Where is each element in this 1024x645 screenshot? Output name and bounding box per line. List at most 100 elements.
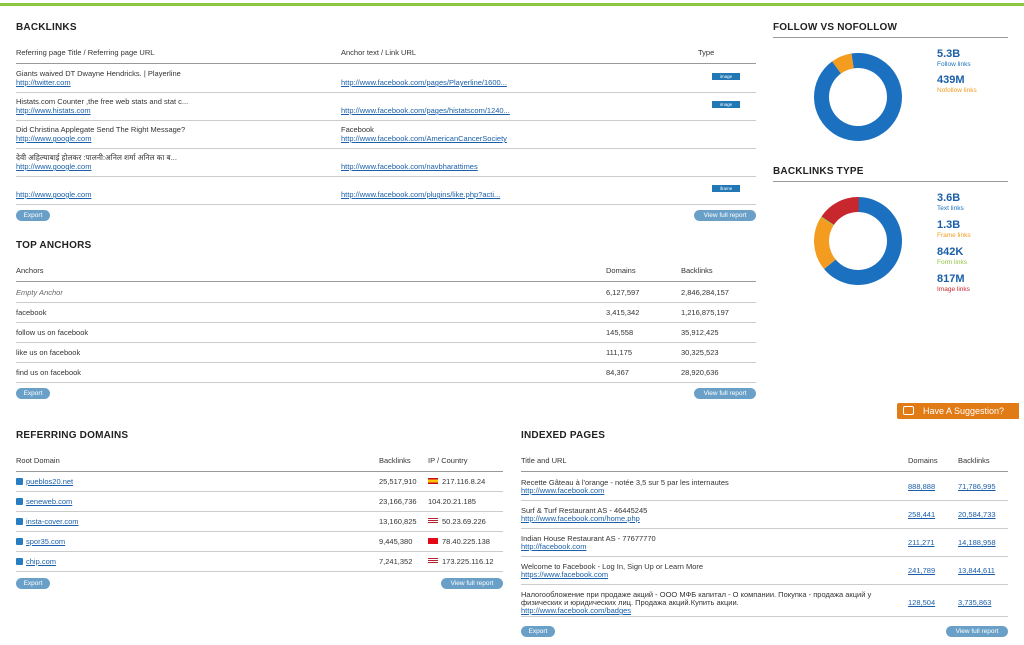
indexed-backlinks-link[interactable]: 20,584,733 [958, 510, 1008, 519]
country-flag-icon [428, 478, 438, 484]
row-divider [521, 584, 1008, 585]
type-badge: image [712, 73, 740, 80]
root-domain-cell[interactable]: chip.com [16, 557, 316, 566]
link-url[interactable]: http://www.facebook.com/AmericanCancerSo… [341, 134, 681, 143]
indexed-page-url[interactable]: http://facebook.com [521, 542, 891, 551]
root-domain-link[interactable]: insta-cover.com [26, 517, 79, 526]
referring-page-url[interactable]: http://www.google.com [16, 134, 326, 143]
root-domain-link[interactable]: spor35.com [26, 537, 65, 546]
indexed-domains-link[interactable]: 258,441 [908, 510, 953, 519]
anchor-domains: 6,127,597 [606, 288, 640, 297]
backlinks-type-title: BACKLINKS TYPE [773, 166, 864, 177]
external-link-icon [16, 498, 23, 505]
divider [16, 471, 503, 472]
refdomains-full-report-button[interactable]: View full report [441, 578, 503, 589]
ip-address: 50.23.69.226 [442, 517, 486, 526]
referring-page-url[interactable]: http://twitter.com [16, 78, 326, 87]
indexed-domains-link[interactable]: 241,789 [908, 566, 953, 575]
btype-value: 3.6B [937, 192, 961, 204]
external-link-icon [16, 538, 23, 545]
row-divider [521, 616, 1008, 617]
row-divider [16, 491, 503, 492]
divider [521, 471, 1008, 472]
ip-country-cell: 50.23.69.226 [428, 517, 508, 526]
anchor-backlinks: 1,216,875,197 [681, 308, 729, 317]
indexed-backlinks-link[interactable]: 14,188,958 [958, 538, 1008, 547]
link-url[interactable]: http://www.facebook.com/pages/histatscom… [341, 106, 681, 115]
link-url[interactable]: http://www.facebook.com/pages/Playerline… [341, 78, 681, 87]
referring-page-url[interactable]: http://www.google.com [16, 190, 326, 199]
indexed-export-button[interactable]: Export [521, 626, 555, 637]
root-domain-cell[interactable]: insta-cover.com [16, 517, 316, 526]
link-url[interactable]: http://www.facebook.com/plugins/like.php… [341, 190, 681, 199]
anchor-name: find us on facebook [16, 368, 82, 377]
btype-label: Image links [937, 286, 970, 293]
anchor-name: Empty Anchor [16, 288, 63, 297]
indexed-domains-link[interactable]: 211,271 [908, 538, 953, 547]
row-divider [16, 148, 756, 149]
root-domain-cell[interactable]: spor35.com [16, 537, 316, 546]
indexed-domains-link[interactable]: 128,504 [908, 598, 953, 607]
type-badge: image [712, 101, 740, 108]
col-backlinks: Backlinks [681, 266, 713, 275]
root-domain-cell[interactable]: pueblos20.net [16, 477, 316, 486]
referring-page-url[interactable]: http://www.google.com [16, 162, 326, 171]
ip-address: 78.40.225.138 [442, 537, 490, 546]
row-divider [16, 531, 503, 532]
domain-backlinks: 7,241,352 [379, 557, 413, 566]
ip-address: 217.116.8.24 [442, 477, 486, 486]
indexed-backlinks-link[interactable]: 13,844,611 [958, 566, 1008, 575]
root-domain-link[interactable]: chip.com [26, 557, 56, 566]
anchor-domains: 3,415,342 [606, 308, 640, 317]
indexed-full-report-button[interactable]: View full report [946, 626, 1008, 637]
row-divider [16, 382, 756, 383]
btype-slice-1 [814, 217, 836, 270]
external-link-icon [16, 518, 23, 525]
indexed-pages-title: INDEXED PAGES [521, 430, 606, 441]
root-domain-link[interactable]: pueblos20.net [26, 477, 73, 486]
type-badge: iframe [712, 185, 740, 192]
col-anchors: Anchors [16, 266, 44, 275]
backlinks-export-button[interactable]: Export [16, 210, 50, 221]
suggestion-button[interactable]: Have A Suggestion? [897, 403, 1019, 419]
link-url[interactable]: http://www.facebook.com/navbharattimes [341, 162, 681, 171]
row-divider [16, 511, 503, 512]
indexed-domains-link[interactable]: 888,888 [908, 482, 953, 491]
indexed-page-url[interactable]: https://www.facebook.com [521, 570, 891, 579]
referring-page-title: Giants waived DT Dwayne Hendricks. | Pla… [16, 69, 181, 78]
refdomains-export-button[interactable]: Export [16, 578, 50, 589]
referring-page-title: Did Christina Applegate Send The Right M… [16, 125, 186, 134]
referring-page-url[interactable]: http://www.histats.com [16, 106, 326, 115]
indexed-page-url[interactable]: http://www.facebook.com [521, 486, 891, 495]
follow-donut-chart [814, 53, 902, 141]
row-divider [16, 362, 756, 363]
root-domain-link[interactable]: seneweb.com [26, 497, 72, 506]
country-flag-icon [428, 518, 438, 524]
root-domain-cell[interactable]: seneweb.com [16, 497, 316, 506]
backlinks-full-report-button[interactable]: View full report [694, 210, 756, 221]
anchor-domains: 145,558 [606, 328, 634, 337]
anchor-backlinks: 2,846,284,157 [681, 288, 729, 297]
btype-value: 1.3B [937, 219, 961, 231]
anchor-backlinks: 28,920,636 [681, 368, 719, 377]
col-root-domain: Root Domain [16, 456, 60, 465]
country-flag-icon [428, 538, 438, 544]
anchors-full-report-button[interactable]: View full report [694, 388, 756, 399]
divider [773, 37, 1008, 38]
follow-nofollow-title: FOLLOW VS NOFOLLOW [773, 22, 898, 33]
external-link-icon [16, 478, 23, 485]
indexed-backlinks-link[interactable]: 3,735,863 [958, 598, 1008, 607]
domain-backlinks: 23,166,736 [379, 497, 417, 506]
row-divider [16, 302, 756, 303]
col-type: Type [698, 48, 715, 57]
row-divider [16, 204, 756, 205]
indexed-backlinks-link[interactable]: 71,786,995 [958, 482, 1008, 491]
indexed-page-url[interactable]: http://www.facebook.com/badges [521, 606, 891, 615]
ip-country-cell: 173.225.116.12 [428, 557, 508, 566]
anchor-backlinks: 30,325,523 [681, 348, 719, 357]
top-accent-bar [0, 0, 1024, 6]
row-divider [16, 176, 756, 177]
anchors-export-button[interactable]: Export [16, 388, 50, 399]
indexed-page-url[interactable]: http://www.facebook.com/home.php [521, 514, 891, 523]
col-rd-backlinks: Backlinks [379, 456, 411, 465]
